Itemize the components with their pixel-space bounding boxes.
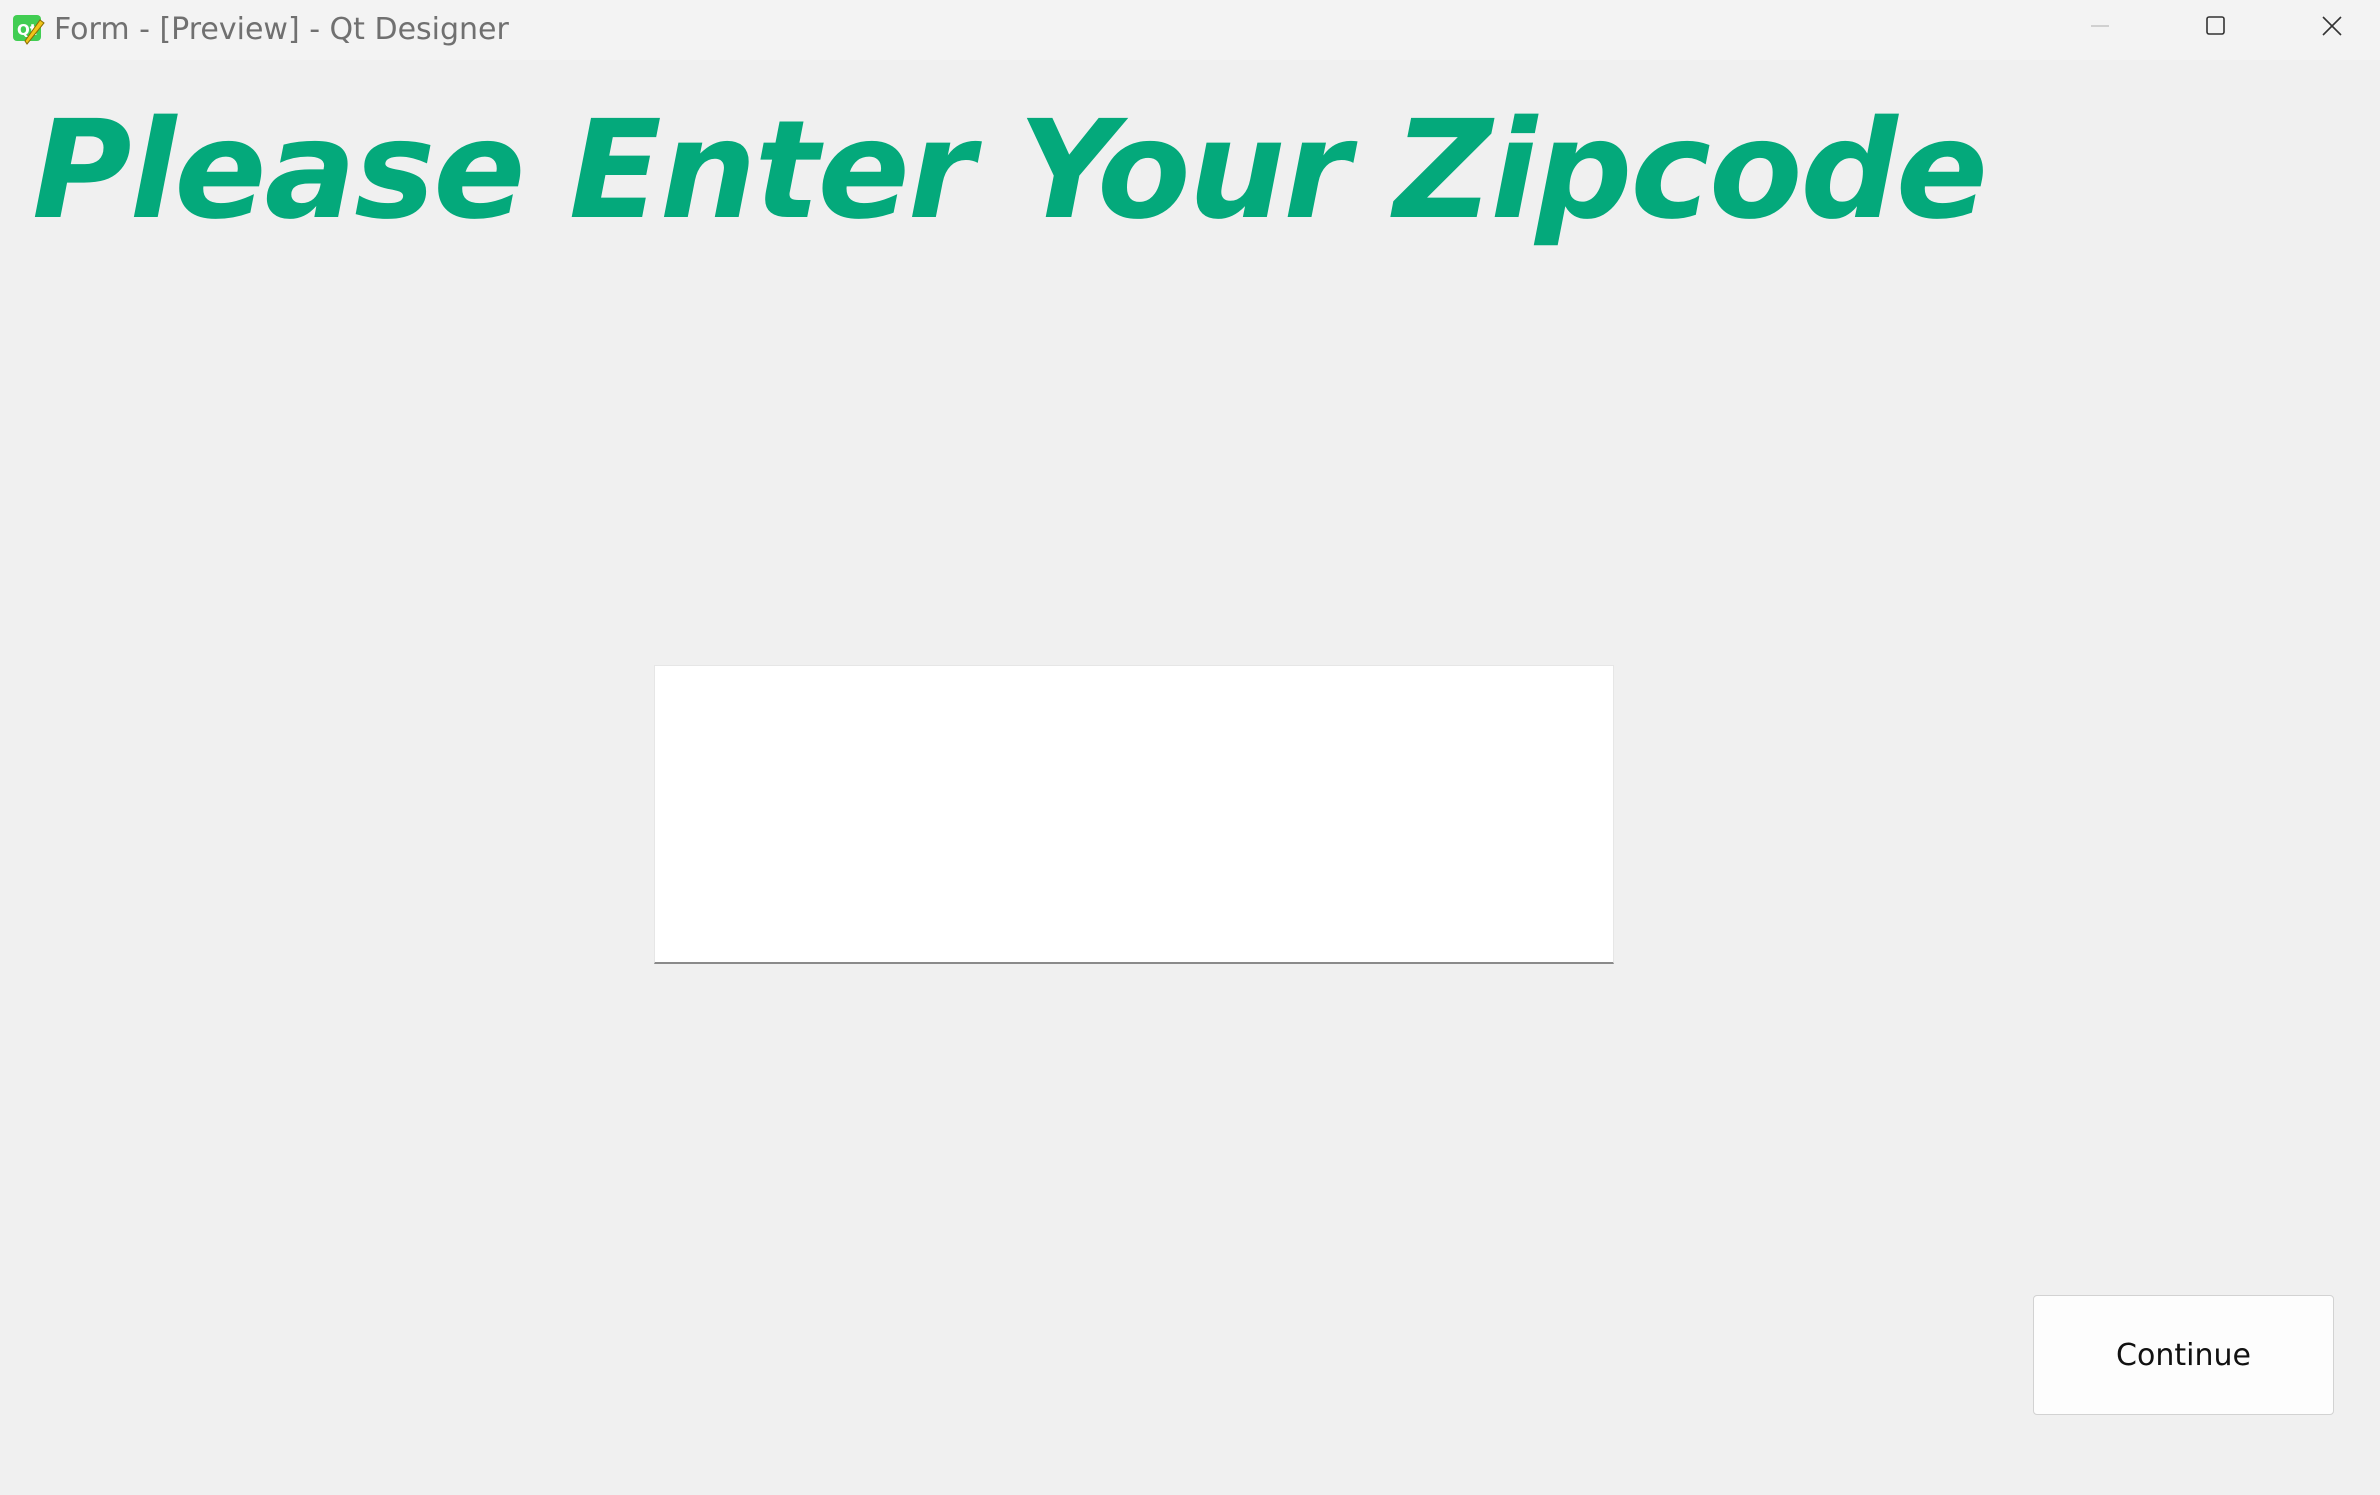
maximize-button[interactable] [2158, 0, 2274, 56]
zipcode-input[interactable] [654, 665, 1614, 964]
maximize-icon [2205, 15, 2227, 41]
title-bar[interactable]: Qt Form - [Preview] - Qt Designer [0, 0, 2380, 60]
qt-designer-icon: Qt [13, 15, 45, 45]
page-title: Please Enter Your Zipcode [32, 92, 1988, 250]
qt-designer-preview-window: Qt Form - [Preview] - Qt Designer Please… [0, 0, 2380, 1495]
minimize-icon [2090, 16, 2110, 40]
close-icon [2321, 15, 2343, 41]
window-title: Form - [Preview] - Qt Designer [54, 12, 509, 47]
minimize-button[interactable] [2042, 0, 2158, 56]
close-button[interactable] [2274, 0, 2380, 56]
continue-button[interactable]: Continue [2033, 1295, 2334, 1415]
